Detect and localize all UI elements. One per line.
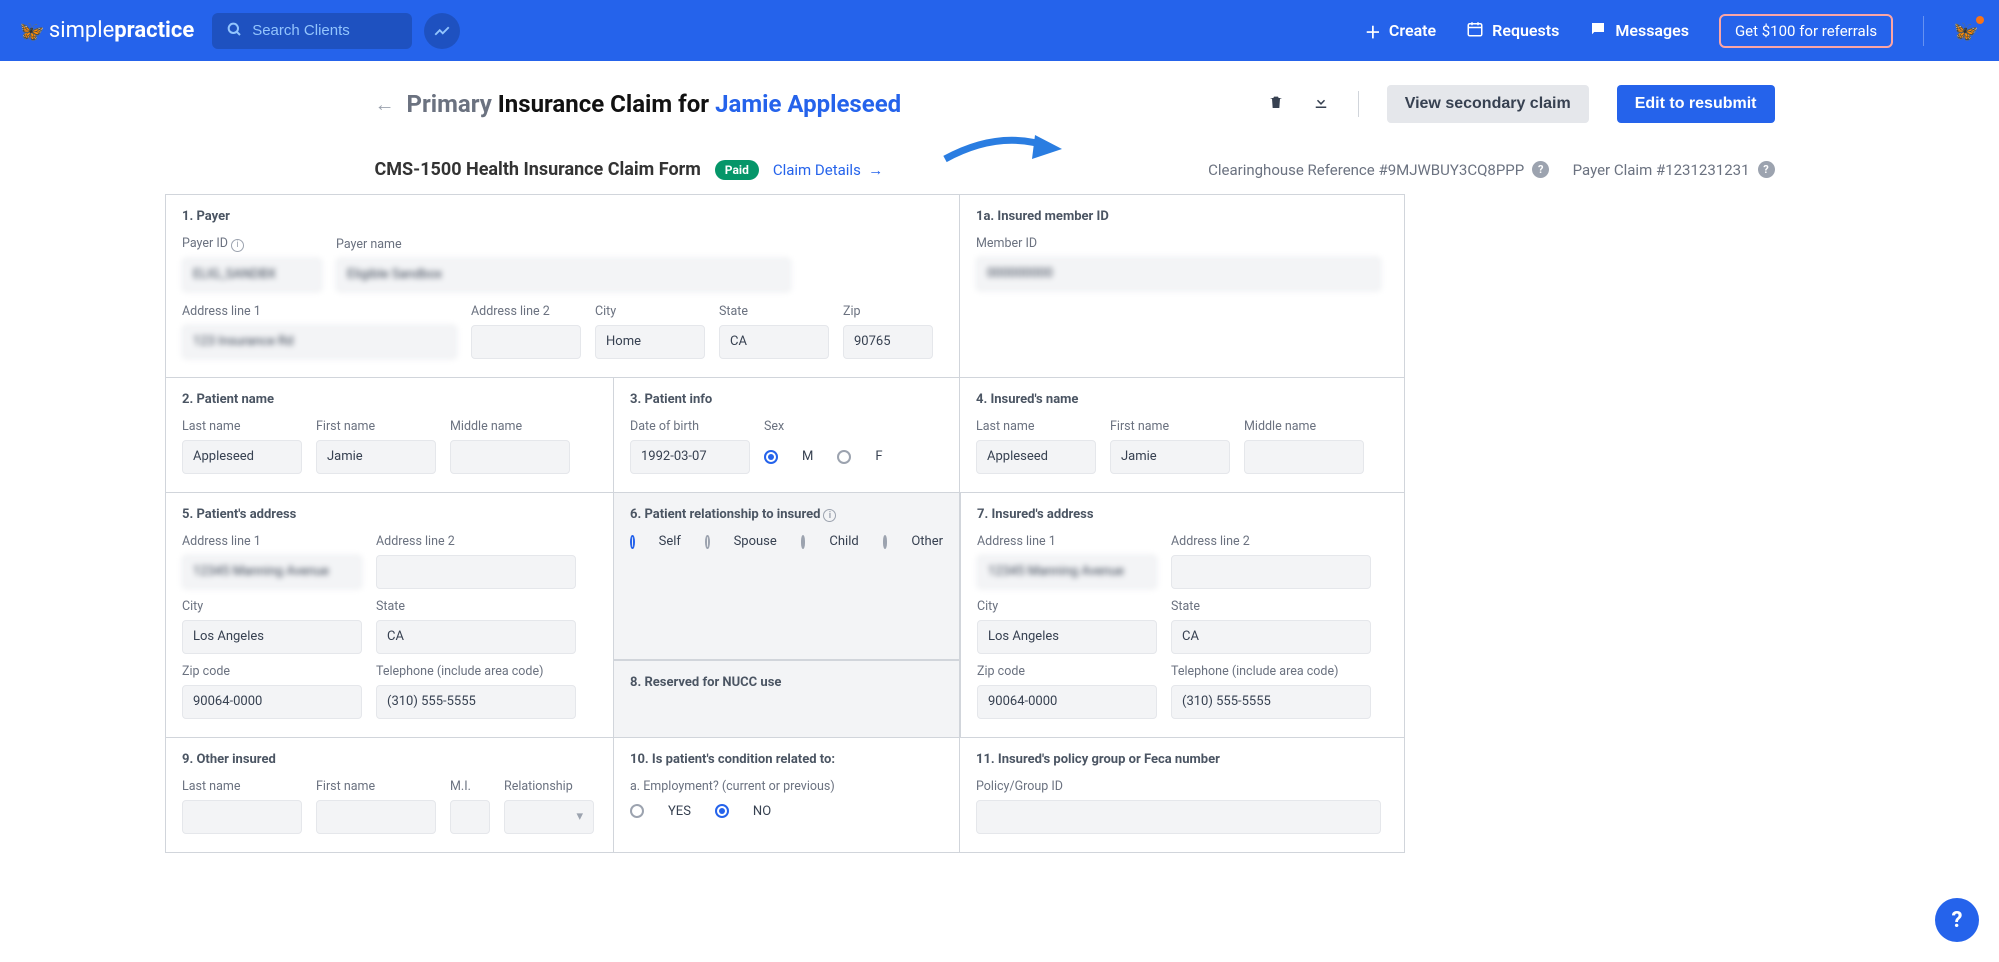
box-7-insured-address: 7. Insured's address Address line 112345…	[960, 493, 1405, 738]
insured-tel-field[interactable]: (310) 555-5555	[1171, 685, 1371, 719]
other-mi-field[interactable]	[450, 800, 490, 834]
insured-addr2-field[interactable]	[1171, 555, 1371, 589]
trash-icon[interactable]	[1268, 93, 1284, 116]
box-3-patient-info: 3. Patient info Date of birth1992-03-07 …	[614, 378, 960, 493]
other-first-field[interactable]	[316, 800, 436, 834]
logo[interactable]: 🦋 simplepractice	[20, 18, 194, 43]
butterfly-icon: 🦋	[20, 19, 45, 43]
help-icon[interactable]: ?	[1532, 161, 1549, 178]
client-link[interactable]: Jamie Appleseed	[715, 90, 901, 118]
notification-dot	[1976, 16, 1984, 24]
top-nav: 🦋 simplepractice ＋ Create Requests Messa…	[0, 0, 1999, 61]
insured-state-field[interactable]: CA	[1171, 620, 1371, 654]
patient-city-field[interactable]: Los Angeles	[182, 620, 362, 654]
box-8-reserved: 8. Reserved for NUCC use	[614, 660, 960, 738]
patient-last-field[interactable]: Appleseed	[182, 440, 302, 474]
rel-spouse-radio[interactable]	[705, 535, 710, 549]
create-button[interactable]: ＋ Create	[1365, 19, 1436, 43]
sex-f-radio[interactable]	[837, 450, 851, 464]
page-title: Primary Insurance Claim for Jamie Apples…	[407, 90, 902, 118]
patient-addr1-field[interactable]: 12345 Manning Avenue	[182, 555, 362, 589]
other-last-field[interactable]	[182, 800, 302, 834]
employment-yes-radio[interactable]	[630, 804, 644, 818]
paid-badge: Paid	[715, 160, 759, 180]
payer-state-field[interactable]: CA	[719, 325, 829, 359]
employment-no-radio[interactable]	[715, 804, 729, 818]
calendar-icon	[1466, 20, 1484, 42]
patient-state-field[interactable]: CA	[376, 620, 576, 654]
box-6-relationship: 6. Patient relationship to insuredi Self…	[614, 493, 960, 660]
search-box[interactable]	[212, 13, 412, 49]
payer-id-field[interactable]: ELIG_SANDBX	[182, 258, 322, 292]
box-10-condition: 10. Is patient's condition related to: a…	[614, 738, 960, 853]
insured-last-field[interactable]: Appleseed	[976, 440, 1096, 474]
patient-middle-field[interactable]	[450, 440, 570, 474]
edit-resubmit-button[interactable]: Edit to resubmit	[1617, 85, 1775, 123]
payer-city-field[interactable]: Home	[595, 325, 705, 359]
claim-form: 1. Payer Payer IDi ELIG_SANDBX Payer nam…	[165, 194, 1405, 853]
form-title: CMS-1500 Health Insurance Claim Form	[375, 159, 701, 180]
box-9-other-insured: 9. Other insured Last name First name M.…	[165, 738, 614, 853]
search-input[interactable]	[252, 22, 398, 39]
box-1a-insured-member: 1a. Insured member ID Member ID 00000000…	[960, 194, 1405, 378]
info-icon[interactable]: i	[231, 239, 244, 252]
payer-claim-ref: Payer Claim #1231231231	[1573, 161, 1750, 179]
claim-details-link[interactable]: Claim Details →	[773, 161, 883, 179]
payer-zip-field[interactable]: 90765	[843, 325, 933, 359]
plus-icon: ＋	[1365, 19, 1381, 43]
patient-first-field[interactable]: Jamie	[316, 440, 436, 474]
sex-m-radio[interactable]	[764, 450, 778, 464]
separator	[1358, 91, 1359, 117]
help-icon[interactable]: ?	[1758, 161, 1775, 178]
payer-addr2-field[interactable]	[471, 325, 581, 359]
clearinghouse-ref: Clearinghouse Reference #9MJWBUY3CQ8PPP	[1208, 161, 1524, 179]
help-fab[interactable]: ?	[1935, 898, 1979, 942]
payer-name-field[interactable]: Eligible Sandbox	[336, 258, 791, 292]
sub-header: CMS-1500 Health Insurance Claim Form Pai…	[210, 135, 1790, 194]
insured-first-field[interactable]: Jamie	[1110, 440, 1230, 474]
policy-group-field[interactable]	[976, 800, 1381, 834]
insured-middle-field[interactable]	[1244, 440, 1364, 474]
insured-zip-field[interactable]: 90064-0000	[977, 685, 1157, 719]
box-4-insured-name: 4. Insured's name Last nameAppleseed Fir…	[960, 378, 1405, 493]
chat-icon	[1589, 20, 1607, 42]
patient-tel-field[interactable]: (310) 555-5555	[376, 685, 576, 719]
member-id-field[interactable]: 000000000	[976, 257, 1381, 291]
box-1-payer: 1. Payer Payer IDi ELIG_SANDBX Payer nam…	[165, 194, 960, 378]
download-icon[interactable]	[1312, 93, 1330, 116]
search-icon	[226, 21, 242, 41]
rel-child-radio[interactable]	[801, 535, 806, 549]
requests-button[interactable]: Requests	[1466, 20, 1559, 42]
box-2-patient-name: 2. Patient name Last nameAppleseed First…	[165, 378, 614, 493]
rel-other-radio[interactable]	[883, 535, 888, 549]
pointer-arrow-icon	[940, 127, 1070, 173]
page-header: ← Primary Insurance Claim for Jamie Appl…	[210, 61, 1790, 135]
insured-addr1-field[interactable]: 12345 Manning Avenue	[977, 555, 1157, 589]
analytics-button[interactable]	[424, 13, 460, 49]
box-5-patient-address: 5. Patient's address Address line 112345…	[165, 493, 614, 738]
dob-field[interactable]: 1992-03-07	[630, 440, 750, 474]
notifications-icon[interactable]: 🦋	[1954, 19, 1979, 43]
back-arrow-icon[interactable]: ←	[375, 92, 395, 117]
messages-button[interactable]: Messages	[1589, 20, 1689, 42]
box-11-policy-group: 11. Insured's policy group or Feca numbe…	[960, 738, 1405, 853]
view-secondary-button[interactable]: View secondary claim	[1387, 85, 1589, 123]
insured-city-field[interactable]: Los Angeles	[977, 620, 1157, 654]
payer-addr1-field[interactable]: 123 Insurance Rd	[182, 325, 457, 359]
patient-zip-field[interactable]: 90064-0000	[182, 685, 362, 719]
nav-separator	[1923, 16, 1924, 46]
referral-button[interactable]: Get $100 for referrals	[1719, 14, 1893, 48]
other-rel-select[interactable]: ▾	[504, 800, 594, 834]
rel-self-radio[interactable]	[630, 535, 635, 549]
info-icon[interactable]: i	[823, 509, 836, 522]
patient-addr2-field[interactable]	[376, 555, 576, 589]
